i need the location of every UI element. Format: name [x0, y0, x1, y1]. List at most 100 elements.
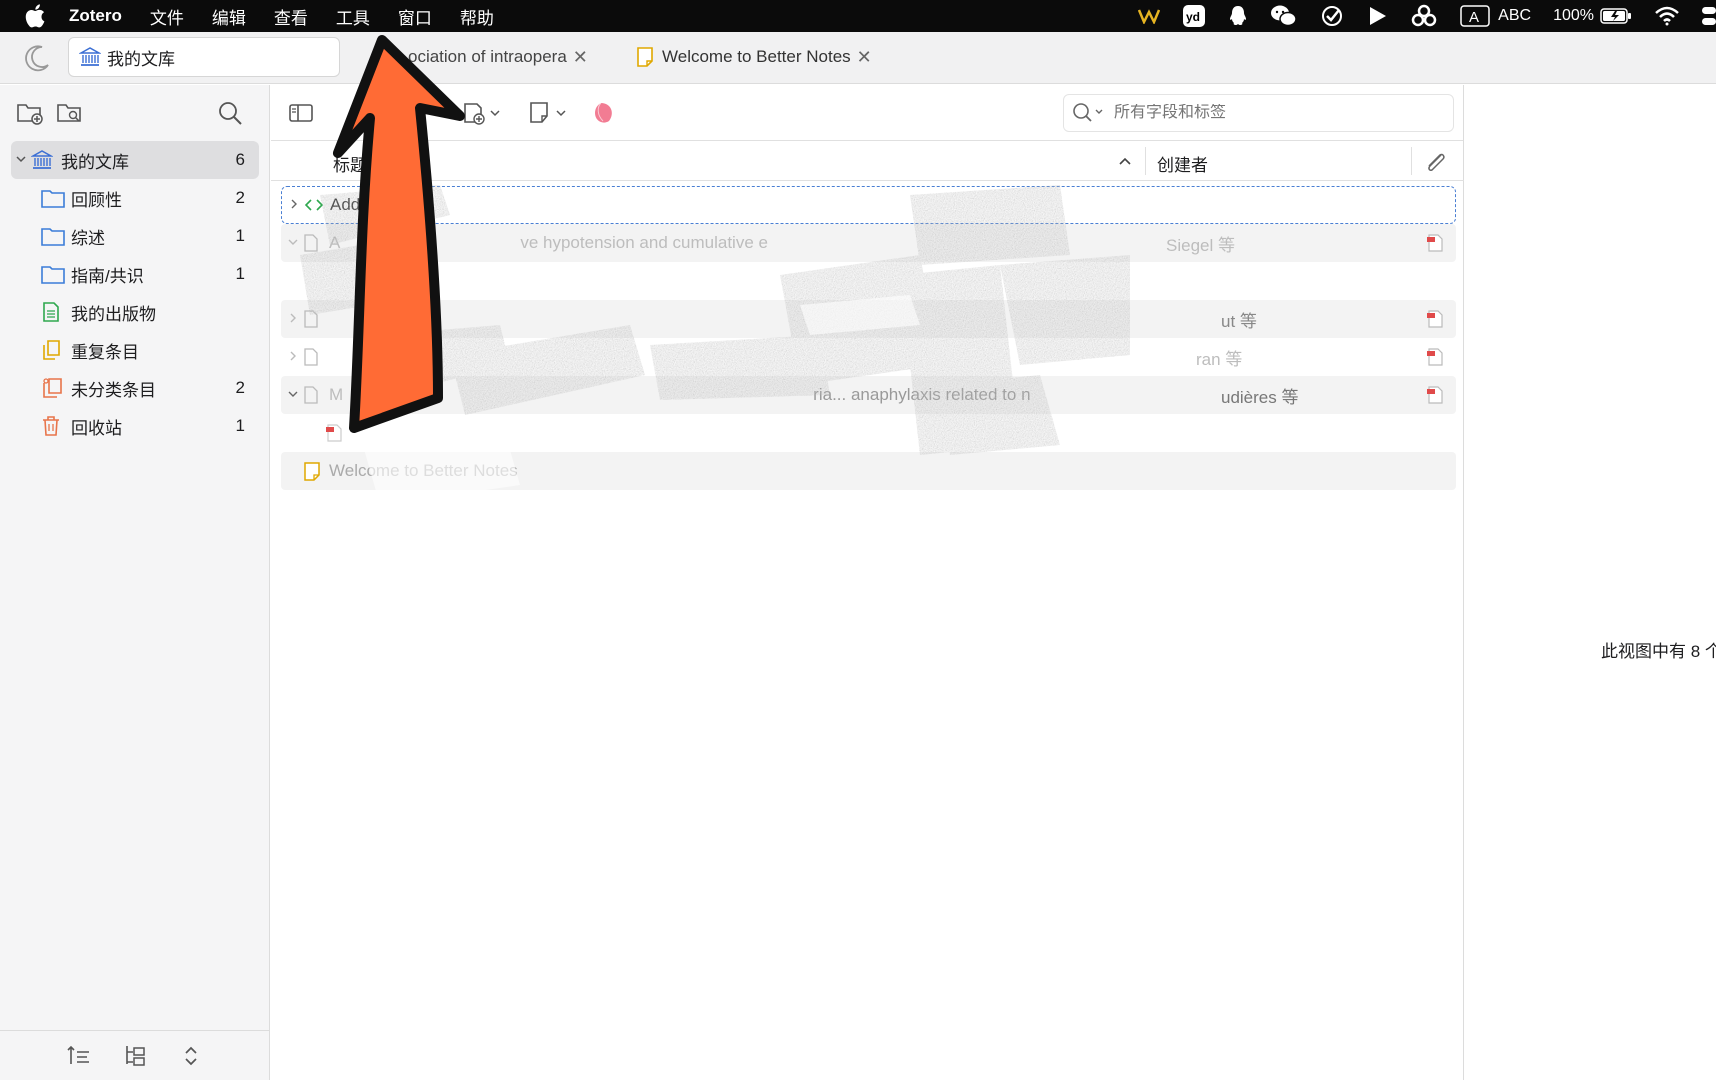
menu-window[interactable]: 窗口: [398, 4, 432, 29]
sidebar-item-label: 我的出版物: [71, 304, 156, 324]
input-source-label[interactable]: ABC: [1498, 7, 1531, 25]
menu-file[interactable]: 文件: [150, 4, 184, 29]
app-menu-zotero[interactable]: Zotero: [69, 6, 122, 26]
link-rings-icon[interactable]: [1410, 0, 1438, 32]
pdf-icon[interactable]: [1426, 347, 1444, 367]
chevron-down-icon[interactable]: [283, 236, 303, 250]
item-creator: ran 等: [1196, 349, 1243, 369]
sidebar-item-label: 回顾性: [71, 190, 122, 210]
duplicates-icon: [41, 339, 65, 361]
tab-better-notes-label: Welcome to Better Notes: [662, 47, 851, 66]
item-title-fragment: ria... anaphylaxis related to n: [813, 385, 1031, 404]
sidebar-item-label: 我的文库: [61, 152, 129, 172]
tab-library-label: 我的文库: [107, 49, 175, 69]
unfiled-icon: [41, 377, 65, 399]
item-title-fragment: ve hypotension and cumulative e: [520, 233, 768, 252]
toggle-sidebar-icon[interactable]: [287, 99, 315, 127]
search-input[interactable]: [1114, 104, 1414, 122]
table-row[interactable]: Welcome to Better Notes: [281, 452, 1456, 490]
note-icon: [637, 47, 653, 67]
menu-view[interactable]: 查看: [274, 4, 308, 29]
sidebar-item-my-library[interactable]: 我的文库 6: [11, 141, 259, 179]
sidebar-item-review[interactable]: 综述 1: [11, 217, 259, 255]
item-count: 1: [235, 264, 245, 283]
folder-icon: [41, 225, 65, 247]
chevron-up-icon[interactable]: [1118, 155, 1132, 167]
chevron-down-icon[interactable]: [283, 388, 303, 402]
chevron-right-icon[interactable]: [284, 198, 304, 212]
search-icon[interactable]: [216, 99, 244, 127]
chevron-down-icon[interactable]: [11, 153, 31, 168]
search-icon[interactable]: [1072, 102, 1106, 124]
sidebar-item-unfiled[interactable]: 未分类条目 2: [11, 369, 259, 407]
folder-icon: [41, 263, 65, 285]
new-note-icon[interactable]: [527, 99, 567, 127]
input-source-icon[interactable]: A: [1460, 0, 1490, 32]
pdf-icon[interactable]: [1426, 385, 1444, 405]
pdf-icon[interactable]: [1426, 233, 1444, 253]
column-creator[interactable]: 创建者: [1157, 151, 1208, 176]
column-separator[interactable]: [1411, 147, 1412, 175]
chevron-right-icon[interactable]: [283, 350, 303, 364]
tab-better-notes[interactable]: Welcome to Better Notes ✕: [636, 37, 872, 77]
wifi-icon[interactable]: [1654, 0, 1680, 32]
item-count-message: 此视图中有 8 个: [1601, 642, 1716, 661]
play-icon[interactable]: [1366, 0, 1388, 32]
library-icon: [31, 149, 55, 171]
item-count: 2: [235, 188, 245, 207]
apple-icon[interactable]: [25, 4, 47, 28]
item-count: 2: [235, 378, 245, 397]
publications-icon: [41, 301, 65, 323]
sidebar-item-label: 综述: [71, 228, 105, 248]
item-count: 1: [235, 226, 245, 245]
sidebar-item-label: 指南/共识: [71, 266, 144, 286]
trash-icon: [41, 415, 65, 437]
youdao-icon[interactable]: yd: [1182, 0, 1206, 32]
sidebar-item-duplicates[interactable]: 重复条目: [11, 331, 259, 369]
close-icon[interactable]: ✕: [857, 47, 872, 68]
menu-help[interactable]: 帮助: [460, 4, 494, 29]
battery-icon[interactable]: [1600, 0, 1632, 32]
sidebar-item-trash[interactable]: 回收站 1: [11, 407, 259, 445]
collection-tree: 我的文库 6 回顾性 2 综述 1 指南/共识 1 我的出版物 重复条目 未分类…: [11, 141, 259, 445]
sidebar-toolbar: [0, 85, 269, 141]
control-center-icon[interactable]: [1702, 0, 1716, 32]
menu-tools[interactable]: 工具: [336, 4, 370, 29]
sidebar-footer: [0, 1030, 269, 1080]
collections-sidebar: 我的文库 6 回顾性 2 综述 1 指南/共识 1 我的出版物 重复条目 未分类…: [0, 85, 270, 1080]
chevron-right-icon[interactable]: [283, 312, 303, 326]
sidebar-item-retrospective[interactable]: 回顾性 2: [11, 179, 259, 217]
search-bar[interactable]: [1063, 94, 1454, 132]
wechat-icon[interactable]: [1270, 0, 1298, 32]
tab-library[interactable]: 我的文库: [68, 37, 340, 77]
pdf-icon[interactable]: [1426, 309, 1444, 329]
new-saved-search-icon[interactable]: [56, 99, 84, 127]
column-separator[interactable]: [1145, 147, 1146, 175]
menu-bar: Zotero 文件 编辑 查看 工具 窗口 帮助 yd A ABC 100%: [0, 0, 1716, 32]
tab-bar: 我的文库 ociation of intraopera ✕ Welcome to…: [0, 32, 1716, 84]
note-icon: [303, 461, 323, 481]
moon-icon[interactable]: [22, 43, 52, 73]
menu-edit[interactable]: 编辑: [212, 4, 246, 29]
sort-icon[interactable]: [67, 1044, 91, 1068]
item-creator: Siegel 等: [1166, 235, 1235, 255]
close-icon[interactable]: ✕: [573, 47, 588, 68]
checkmark-circle-icon[interactable]: [1320, 0, 1344, 32]
qq-icon[interactable]: [1228, 0, 1248, 32]
arrow-annotation: [333, 35, 465, 433]
item-creator: ut 等: [1221, 311, 1257, 331]
attachment-column-icon[interactable]: [1423, 151, 1447, 173]
folder-icon: [41, 187, 65, 209]
item-count: 1: [235, 416, 245, 435]
expand-collapse-icon[interactable]: [179, 1044, 203, 1068]
plugin-petal-icon[interactable]: [589, 99, 619, 127]
sidebar-item-label: 回收站: [71, 418, 122, 438]
collection-tree-icon[interactable]: [123, 1044, 147, 1068]
svg-text:yd: yd: [1186, 10, 1200, 24]
library-icon: [79, 47, 101, 66]
sidebar-item-my-publications[interactable]: 我的出版物: [11, 293, 259, 331]
sidebar-item-guidelines[interactable]: 指南/共识 1: [11, 255, 259, 293]
new-collection-icon[interactable]: [16, 99, 44, 127]
sidebar-item-label: 未分类条目: [71, 380, 156, 400]
wps-icon[interactable]: [1138, 0, 1161, 32]
